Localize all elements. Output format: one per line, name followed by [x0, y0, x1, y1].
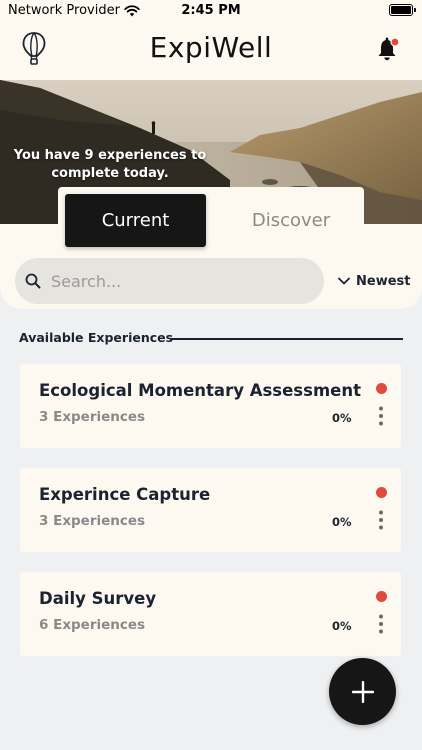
notification-dot — [390, 37, 400, 47]
card-title: Daily Survey — [39, 589, 157, 608]
card-title: Ecological Momentary Assessment — [39, 381, 361, 400]
sort-label: Newest — [356, 273, 411, 289]
status-dot — [376, 383, 387, 394]
more-vertical-icon[interactable] — [377, 406, 385, 426]
app-title: ExpiWell — [149, 31, 273, 64]
card-title: Experince Capture — [39, 485, 211, 504]
search-input[interactable] — [51, 258, 311, 304]
card-count: 3 Experiences — [39, 513, 146, 529]
more-vertical-icon[interactable] — [377, 510, 385, 530]
search-icon — [25, 273, 41, 289]
add-experience-button[interactable] — [329, 658, 396, 725]
chevron-down-icon — [338, 277, 350, 285]
card-count: 6 Experiences — [39, 617, 146, 633]
card-progress: 0% — [332, 515, 352, 529]
card-count: 3 Experiences — [39, 409, 146, 425]
section-title: Available Experiences — [19, 330, 174, 345]
battery-icon — [389, 4, 416, 16]
experience-card[interactable]: Ecological Momentary Assessment 3 Experi… — [20, 364, 401, 448]
sort-button[interactable]: Newest — [338, 272, 410, 290]
hero-message: You have 9 experiences to complete today… — [13, 148, 207, 181]
tab-bar: Current Discover — [58, 187, 364, 249]
plus-icon — [351, 680, 374, 703]
tab-current[interactable]: Current — [65, 194, 206, 247]
more-vertical-icon[interactable] — [377, 614, 385, 634]
card-progress: 0% — [332, 619, 352, 633]
experience-card[interactable]: Experince Capture 3 Experiences 0% — [20, 468, 401, 552]
status-dot — [376, 591, 387, 602]
bell-icon[interactable] — [376, 36, 400, 62]
status-bar: Network Provider 2:45 PM — [0, 0, 422, 22]
app-header: ExpiWell — [0, 22, 422, 80]
search-box[interactable] — [15, 258, 324, 304]
section-divider — [170, 338, 403, 340]
status-time: 2:45 PM — [181, 3, 241, 18]
card-progress: 0% — [332, 411, 352, 425]
experience-card[interactable]: Daily Survey 6 Experiences 0% — [20, 572, 401, 656]
status-dot — [376, 487, 387, 498]
tab-discover[interactable]: Discover — [218, 194, 364, 247]
